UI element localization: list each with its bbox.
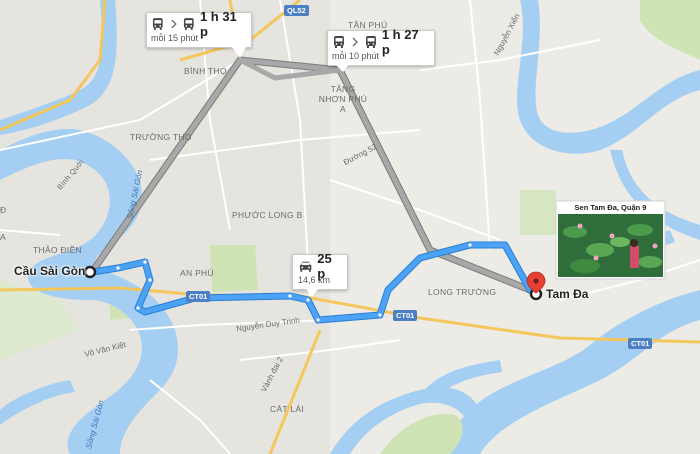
map-view[interactable]: TÂN PHÚ BÌNH THỌ TĂNG NHƠN PHÚ A TRƯỜNG … <box>0 0 700 454</box>
callout-pointers <box>232 47 348 297</box>
